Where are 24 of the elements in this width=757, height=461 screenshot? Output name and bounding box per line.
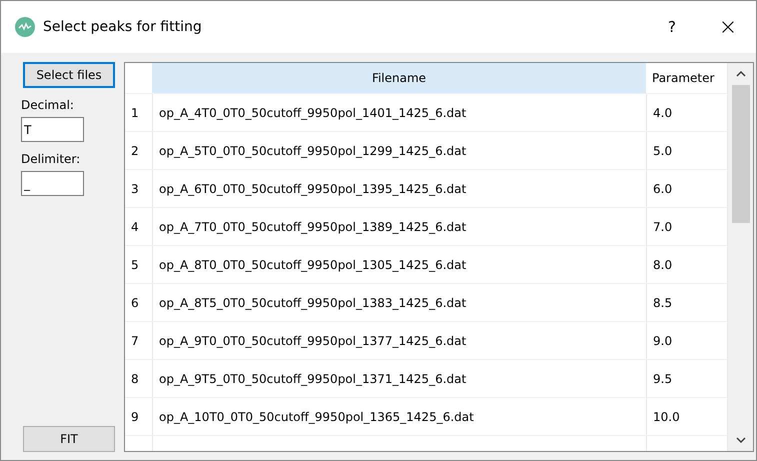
select-files-button[interactable]: Select files xyxy=(23,62,115,88)
row-number: 1 xyxy=(130,104,140,122)
help-button[interactable]: ? xyxy=(644,7,700,47)
close-button[interactable]: × xyxy=(700,7,756,47)
row-number: 9 xyxy=(130,408,140,426)
row-number: 5 xyxy=(130,256,140,274)
decimal-label: Decimal: xyxy=(21,98,74,112)
decimal-field[interactable]: T xyxy=(21,117,84,142)
delimiter-field[interactable]: _ xyxy=(21,171,84,196)
window-title: Select peaks for fitting xyxy=(43,19,202,35)
row-number: 8 xyxy=(130,370,140,388)
row-number: 3 xyxy=(130,180,140,198)
row-number: 7 xyxy=(130,332,140,350)
scroll-down-icon[interactable] xyxy=(736,437,746,443)
row-number: 2 xyxy=(130,142,140,160)
row-number: 4 xyxy=(130,218,140,236)
fit-button[interactable]: FIT xyxy=(23,426,115,452)
column-header[interactable]: Filename xyxy=(152,63,646,93)
vertical-scrollbar[interactable] xyxy=(727,63,753,451)
scroll-up-icon[interactable] xyxy=(736,71,746,77)
row-number: 6 xyxy=(130,294,140,312)
wave-icon xyxy=(15,17,35,37)
delimiter-label: Delimiter: xyxy=(21,152,80,166)
scroll-thumb[interactable] xyxy=(732,85,750,223)
